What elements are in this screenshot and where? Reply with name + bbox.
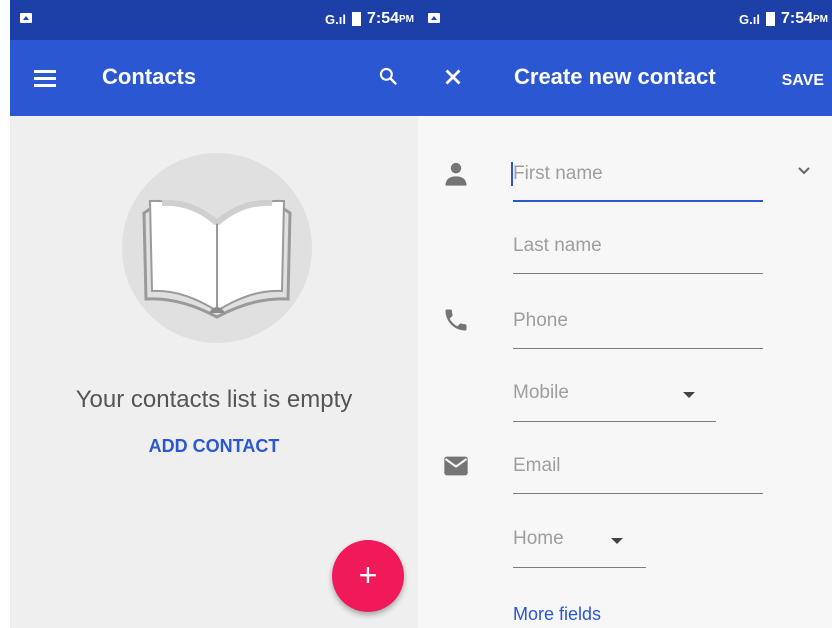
create-contact-app-bar: Create new contact SAVE (418, 40, 832, 116)
phone-icon (445, 309, 467, 331)
email-field[interactable] (513, 446, 763, 494)
page-title: Contacts (102, 64, 197, 89)
save-button[interactable]: SAVE (782, 72, 824, 90)
phone-input[interactable] (513, 301, 763, 341)
add-icon: + (358, 557, 378, 593)
person-icon (445, 162, 467, 186)
status-bar: G.ıl 7:54 PM (418, 0, 832, 40)
empty-illustration (122, 153, 312, 343)
status-right: G.ıl 7:54 PM (325, 10, 414, 28)
create-contact-screen: G.ıl 7:54PM Create new contact SAVE Mobi… (418, 0, 832, 628)
email-underline (513, 493, 763, 494)
add-contact-button[interactable]: ADD CONTACT (10, 436, 418, 457)
text-cursor (511, 162, 513, 186)
status-ampm: PM (813, 13, 828, 25)
status-ampm: PM (399, 13, 414, 25)
search-icon[interactable] (378, 66, 398, 86)
contacts-screen: G.ıl 7:54 PM Contacts Your contacts list … (10, 0, 418, 628)
phone-type-label: Mobile (513, 382, 569, 403)
image-icon (20, 13, 32, 23)
last-name-field[interactable] (513, 226, 763, 274)
status-right: G.ıl 7:54 PM (739, 10, 828, 28)
email-type-label: Home (513, 528, 564, 549)
dropdown-arrow-icon (611, 538, 623, 544)
phone-type-dropdown[interactable]: Mobile (513, 374, 716, 422)
email-icon (444, 456, 468, 476)
more-fields-button[interactable]: More fields (513, 604, 601, 625)
signal-icon: G.ıl (739, 11, 760, 27)
status-time: 7:54 (780, 10, 813, 27)
phone-underline (513, 348, 763, 349)
page-title: Create new contact (514, 64, 716, 89)
battery-icon (765, 12, 775, 26)
contacts-app-bar: Contacts (10, 40, 418, 116)
first-name-input[interactable] (513, 154, 763, 194)
status-bar: G.ıl 7:54 PM (10, 0, 418, 40)
first-name-underline (513, 200, 763, 202)
book-icon (142, 199, 292, 319)
last-name-underline (513, 273, 763, 274)
empty-message: Your contacts list is empty (75, 386, 353, 413)
close-icon[interactable] (440, 64, 466, 90)
email-type-dropdown[interactable]: Home (513, 520, 646, 568)
email-type-underline (513, 567, 646, 568)
phone-field[interactable] (513, 301, 763, 349)
signal-icon: G.ıl (325, 11, 346, 27)
email-input[interactable] (513, 446, 763, 486)
status-time: 7:54 (366, 10, 399, 27)
phone-type-underline (513, 421, 716, 422)
add-contact-fab[interactable]: + (332, 540, 404, 612)
battery-icon (351, 12, 361, 26)
dropdown-arrow-icon (683, 392, 695, 398)
chevron-down-icon[interactable] (796, 163, 812, 179)
last-name-input[interactable] (513, 226, 763, 266)
image-icon (428, 13, 440, 23)
first-name-field[interactable] (511, 154, 763, 202)
menu-icon[interactable] (34, 70, 56, 87)
